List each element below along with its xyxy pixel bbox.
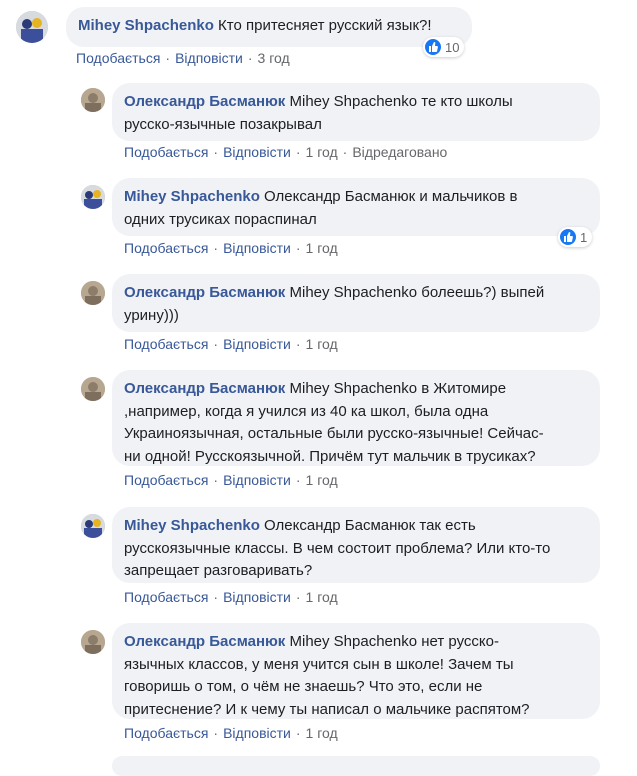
reaction-number: 10 xyxy=(445,39,460,55)
reply-link[interactable]: Відповісти xyxy=(223,472,291,488)
comment-text-line: Олександр Басманюк и мальчиков в xyxy=(264,188,518,205)
comment-author[interactable]: Mihey Shpachenko xyxy=(78,17,214,34)
reply-link[interactable]: Відповісти xyxy=(175,50,243,66)
comment-text-line: Украиноязычная, остальные были русско-яз… xyxy=(124,425,544,442)
comment-bubble: Олександр Басманюк Mihey Shpachenko боле… xyxy=(112,274,600,332)
separator: · xyxy=(213,144,219,160)
edited-label: Відредаговано xyxy=(352,144,448,160)
comment-bubble: Олександр Басманюк Mihey Shpachenko в Жи… xyxy=(112,370,600,466)
comment-author[interactable]: Mihey Shpachenko xyxy=(124,188,260,205)
comment-time[interactable]: 3 год xyxy=(258,50,290,66)
reply-link[interactable]: Відповісти xyxy=(223,336,291,352)
comment-text-line: говоришь о том, о чём не знаешь? Что это… xyxy=(124,678,483,695)
comment-author[interactable]: Олександр Басманюк xyxy=(124,633,285,650)
avatar[interactable] xyxy=(16,11,48,43)
comment-time[interactable]: 1 год xyxy=(306,472,338,488)
like-reaction-icon xyxy=(425,39,441,55)
reply-link[interactable]: Відповісти xyxy=(223,725,291,741)
like-link[interactable]: Подобається xyxy=(124,589,208,605)
reaction-count[interactable]: 10 xyxy=(423,37,465,57)
comment-text-line: Mihey Shpachenko в Житомире xyxy=(289,380,507,397)
comment-time[interactable]: 1 год xyxy=(306,589,338,605)
comment-bubble: Mihey Shpachenko Олександр Басманюк так … xyxy=(112,507,600,583)
comment-text-line: Олександр Басманюк так есть xyxy=(264,517,476,534)
comment-bubble: Mihey Shpachenko Кто притесняет русский … xyxy=(66,7,472,47)
like-link[interactable]: Подобається xyxy=(124,336,208,352)
separator: · xyxy=(295,336,301,352)
avatar[interactable] xyxy=(81,514,105,538)
avatar[interactable] xyxy=(81,281,105,305)
like-reaction-icon xyxy=(560,229,576,245)
avatar[interactable] xyxy=(81,630,105,654)
comment-author[interactable]: Олександр Басманюк xyxy=(124,93,285,110)
separator: · xyxy=(213,589,219,605)
comment-bubble-partial xyxy=(112,756,600,776)
separator: · xyxy=(213,240,219,256)
like-link[interactable]: Подобається xyxy=(76,50,160,66)
comment-time[interactable]: 1 год xyxy=(306,144,338,160)
separator: · xyxy=(247,50,253,66)
comment-text-line: ни одной! Русскоязычной. Причём тут маль… xyxy=(124,447,536,465)
reaction-number: 1 xyxy=(580,229,588,245)
comment-author[interactable]: Олександр Басманюк xyxy=(124,380,285,397)
separator: · xyxy=(165,50,171,66)
separator: · xyxy=(295,144,301,160)
comment-text-line: русско-язычные позакрывал xyxy=(124,115,322,133)
reply-link[interactable]: Відповісти xyxy=(223,589,291,605)
separator: · xyxy=(295,240,301,256)
comment-text-line: урину))) xyxy=(124,306,179,324)
comment-bubble: Олександр Басманюк Mihey Shpachenko нет … xyxy=(112,623,600,719)
comment-bubble: Олександр Басманюк Mihey Shpachenko те к… xyxy=(112,83,600,141)
avatar[interactable] xyxy=(81,377,105,401)
separator: · xyxy=(295,725,301,741)
like-link[interactable]: Подобається xyxy=(124,144,208,160)
comment-text-line: притеснение? И к чему ты написал о мальч… xyxy=(124,700,530,718)
separator: · xyxy=(295,589,301,605)
separator: · xyxy=(213,336,219,352)
comment-time[interactable]: 1 год xyxy=(306,336,338,352)
reply-link[interactable]: Відповісти xyxy=(223,240,291,256)
comment-author[interactable]: Mihey Shpachenko xyxy=(124,517,260,534)
comment-text-line: Mihey Shpachenko те кто школы xyxy=(289,93,513,110)
reply-link[interactable]: Відповісти xyxy=(223,144,291,160)
separator: · xyxy=(295,472,301,488)
separator: · xyxy=(213,472,219,488)
comment-time[interactable]: 1 год xyxy=(306,240,338,256)
comment-text-line: запрещает разговаривать? xyxy=(124,562,313,579)
comment-text-line: Mihey Shpachenko нет русско- xyxy=(289,633,500,650)
comment-text-line: Mihey Shpachenko болеешь?) выпей xyxy=(289,284,545,301)
like-link[interactable]: Подобається xyxy=(124,472,208,488)
reaction-count[interactable]: 1 xyxy=(558,227,593,247)
comment-author[interactable]: Олександр Басманюк xyxy=(124,284,285,301)
comment-text-line: одних трусиках пораспинал xyxy=(124,210,317,228)
like-link[interactable]: Подобається xyxy=(124,725,208,741)
comment-text-line: ,например, когда я учился из 40 ка школ,… xyxy=(124,402,489,420)
like-link[interactable]: Подобається xyxy=(124,240,208,256)
separator: · xyxy=(342,144,348,160)
comment-time[interactable]: 1 год xyxy=(306,725,338,741)
avatar[interactable] xyxy=(81,88,105,112)
separator: · xyxy=(213,725,219,741)
comment-text-line: русскоязычные классы. В чем состоит проб… xyxy=(124,539,551,557)
avatar[interactable] xyxy=(81,185,105,209)
comment-text: Кто притесняет русский язык?! xyxy=(218,17,432,34)
comment-text-line: язычных классов, у меня учится сын в шко… xyxy=(124,655,514,673)
comment-bubble: Mihey Shpachenko Олександр Басманюк и ма… xyxy=(112,178,600,236)
